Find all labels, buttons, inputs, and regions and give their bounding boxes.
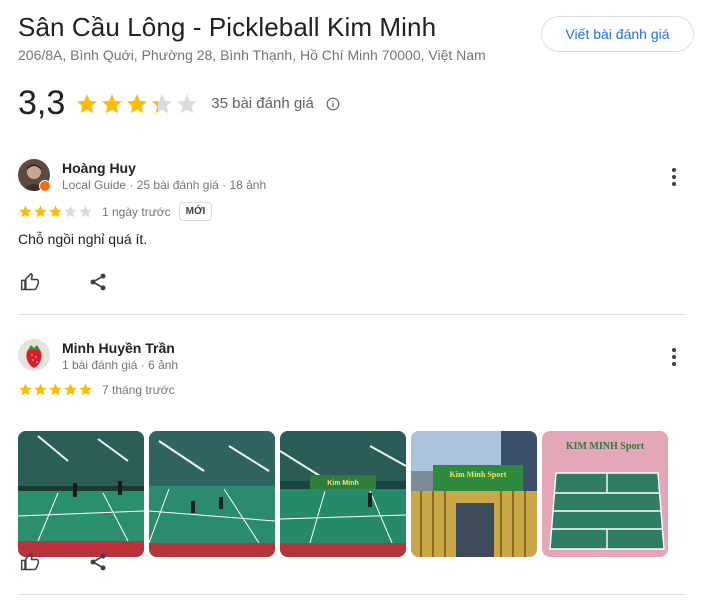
review-photo[interactable]: Kim Minh <box>280 431 406 557</box>
review-count[interactable]: 35 bài đánh giá <box>211 95 314 112</box>
like-button[interactable] <box>18 270 42 294</box>
entrance-sign-text: Kim Minh Sport <box>450 470 507 479</box>
court-banner-text: Kim Minh <box>327 480 359 487</box>
star-icon <box>79 205 92 218</box>
review-time: 7 tháng trước <box>102 382 175 397</box>
review-photo[interactable] <box>18 431 144 557</box>
star-icon <box>177 93 198 113</box>
share-icon <box>90 553 106 571</box>
star-icon <box>127 93 148 113</box>
court-sign-text: KIM MINH Sport <box>566 441 645 452</box>
review-stars <box>18 204 93 219</box>
star-icon <box>49 205 62 218</box>
reviewer-meta: Local Guide · 25 bài đánh giá · 18 ảnh <box>62 178 267 192</box>
reviewer-meta: 1 bài đánh giá · 6 ảnh <box>62 358 179 372</box>
review-divider <box>18 594 686 595</box>
share-button[interactable] <box>86 270 110 294</box>
review-text: Chỗ ngồi nghỉ quá ít. <box>18 231 148 247</box>
more-vert-icon <box>672 348 676 366</box>
review-photo[interactable] <box>149 431 275 557</box>
review-photo[interactable]: KIM MINH Sport <box>542 431 668 557</box>
like-button[interactable] <box>18 550 42 574</box>
star-icon <box>77 93 98 113</box>
share-button[interactable] <box>86 550 110 574</box>
star-icon <box>152 93 173 113</box>
more-vert-icon <box>672 168 676 186</box>
review-actions <box>18 270 110 294</box>
review-divider <box>18 314 686 315</box>
review-rating-row: 1 ngày trước MỚI <box>18 202 213 221</box>
place-address: 206/8A, Bình Quới, Phường 28, Bình Thạnh… <box>18 47 486 63</box>
more-options-button[interactable] <box>662 165 686 189</box>
review-photo[interactable]: Kim Minh Sport <box>411 431 537 557</box>
rating-summary: 3,3 35 bài đánh giá <box>18 84 340 123</box>
review-rating-row: 7 tháng trước <box>18 382 175 397</box>
thumb-up-icon <box>20 552 40 571</box>
rating-stars <box>75 92 199 116</box>
review-photos: Kim Minh Kim Minh Sport KIM MINH Sport <box>18 431 668 557</box>
more-options-button[interactable] <box>662 345 686 369</box>
star-icon <box>34 205 47 218</box>
star-icon <box>64 205 77 218</box>
write-review-button[interactable]: Viết bài đánh giá <box>541 16 694 52</box>
review-actions <box>18 550 110 574</box>
new-badge: MỚI <box>178 202 213 221</box>
reviewer-name[interactable]: Hoàng Huy <box>62 160 136 176</box>
review-item: Minh Huyền Trần 1 bài đánh giá · 6 ảnh 7… <box>18 339 686 579</box>
share-icon <box>90 273 106 291</box>
star-icon <box>19 205 32 218</box>
star-icon <box>19 383 32 396</box>
review-time: 1 ngày trước <box>102 204 171 219</box>
place-title: Sân Cầu Lông - Pickleball Kim Minh <box>18 12 437 42</box>
info-icon[interactable] <box>326 97 340 111</box>
review-stars <box>18 382 93 397</box>
star-icon <box>34 383 47 396</box>
star-icon <box>79 383 92 396</box>
star-icon <box>102 93 123 113</box>
star-icon <box>49 383 62 396</box>
reviewer-name[interactable]: Minh Huyền Trần <box>62 340 175 356</box>
thumb-up-icon <box>20 272 40 291</box>
rating-value: 3,3 <box>18 84 66 122</box>
star-icon <box>64 383 77 396</box>
review-item: Hoàng Huy Local Guide · 25 bài đánh giá … <box>18 159 686 299</box>
avatar[interactable] <box>18 339 50 371</box>
local-guide-badge-icon <box>39 180 51 192</box>
